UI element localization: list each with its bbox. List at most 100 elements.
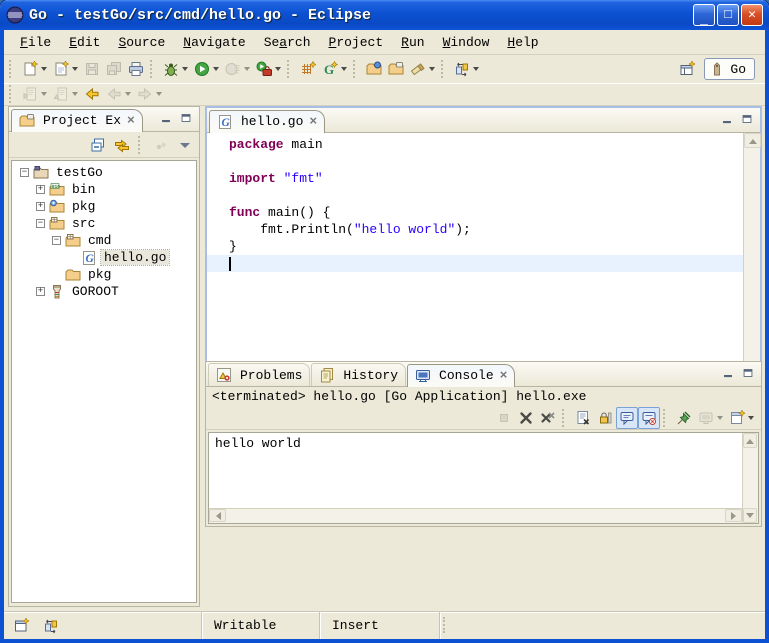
- dropdown-arrow-icon[interactable]: [213, 67, 219, 71]
- dropdown-arrow-icon[interactable]: [72, 67, 78, 71]
- tree-item-GOROOT[interactable]: +GOROOT: [12, 283, 196, 300]
- tree-item-cmd[interactable]: −cmd: [12, 232, 196, 249]
- debug-button[interactable]: [160, 58, 191, 80]
- menu-help[interactable]: Help: [499, 33, 546, 52]
- collapse-toggle-icon[interactable]: −: [36, 219, 45, 228]
- code-segment: import: [229, 171, 276, 186]
- tab-hello-go[interactable]: G hello.go ×: [209, 110, 325, 133]
- show-stderr-button[interactable]: [638, 407, 660, 429]
- open-perspective-button[interactable]: [676, 58, 698, 80]
- open-go-type-button[interactable]: [363, 58, 385, 80]
- new-go-file-button[interactable]: [50, 58, 81, 80]
- menu-project[interactable]: Project: [321, 33, 392, 52]
- open-resource-button[interactable]: [385, 58, 407, 80]
- src-folder-icon: [49, 216, 65, 232]
- scroll-lock-button[interactable]: [594, 407, 616, 429]
- status-bar: Writable Insert: [4, 611, 765, 639]
- new-wizard-button[interactable]: [19, 58, 50, 80]
- console-hscrollbar[interactable]: [209, 508, 742, 523]
- dropdown-arrow-icon[interactable]: [717, 416, 723, 420]
- new-go-element-button[interactable]: G: [319, 58, 350, 80]
- scroll-down-button[interactable]: [743, 508, 757, 523]
- expand-toggle-icon[interactable]: +: [36, 185, 45, 194]
- collapse-toggle-icon[interactable]: −: [52, 236, 61, 245]
- dropdown-arrow-icon[interactable]: [244, 67, 250, 71]
- search-button[interactable]: [407, 58, 438, 80]
- view-menu-button[interactable]: [174, 134, 196, 156]
- remove-all-terminated-button[interactable]: [537, 407, 559, 429]
- menu-search[interactable]: Search: [256, 33, 319, 52]
- dropdown-arrow-icon[interactable]: [72, 92, 78, 96]
- status-bar-grip: [439, 612, 447, 639]
- synchronize-button[interactable]: [451, 58, 482, 80]
- run-external-button[interactable]: [253, 58, 284, 80]
- minimize-view-button[interactable]: [718, 111, 736, 127]
- toolbar-grip[interactable]: [9, 60, 16, 78]
- dropdown-arrow-icon[interactable]: [156, 92, 162, 96]
- tree-item-src[interactable]: −src: [12, 215, 196, 232]
- menu-edit[interactable]: Edit: [61, 33, 108, 52]
- collapse-all-button[interactable]: [87, 134, 109, 156]
- expand-toggle-icon[interactable]: +: [36, 287, 45, 296]
- minimize-view-button[interactable]: [719, 365, 737, 381]
- run-button[interactable]: [191, 58, 222, 80]
- new-plugin-button[interactable]: [297, 58, 319, 80]
- show-stdout-button[interactable]: [616, 407, 638, 429]
- toolbar-grip[interactable]: [9, 85, 16, 103]
- tree-item-bin[interactable]: +010bin: [12, 181, 196, 198]
- minimize-view-button[interactable]: [157, 110, 175, 126]
- link-with-editor-button[interactable]: [111, 134, 133, 156]
- print-button[interactable]: [125, 58, 147, 80]
- dropdown-arrow-icon[interactable]: [748, 416, 754, 420]
- scroll-up-button[interactable]: [743, 433, 757, 448]
- menu-run[interactable]: Run: [393, 33, 432, 52]
- scroll-up-button[interactable]: [744, 133, 761, 148]
- menu-window[interactable]: Window: [435, 33, 498, 52]
- maximize-view-button[interactable]: [739, 365, 757, 381]
- maximize-view-button[interactable]: [738, 111, 756, 127]
- console-vscrollbar[interactable]: [742, 433, 758, 523]
- close-view-icon[interactable]: ×: [127, 113, 135, 128]
- dropdown-arrow-icon[interactable]: [182, 67, 188, 71]
- dropdown-arrow-icon[interactable]: [473, 67, 479, 71]
- dropdown-arrow-icon[interactable]: [341, 67, 347, 71]
- dropdown-arrow-icon[interactable]: [275, 67, 281, 71]
- dropdown-arrow-icon[interactable]: [41, 92, 47, 96]
- collapse-toggle-icon[interactable]: −: [20, 168, 29, 177]
- dropdown-arrow-icon[interactable]: [41, 67, 47, 71]
- maximize-view-button[interactable]: [177, 110, 195, 126]
- project-tree[interactable]: −testGo+010bin+pkg−src−cmdGhello.gopkg+G…: [11, 160, 197, 603]
- go-perspective-button[interactable]: Go: [704, 58, 755, 80]
- pin-console-button[interactable]: [673, 407, 695, 429]
- dropdown-arrow-icon[interactable]: [125, 92, 131, 96]
- synchronize-button[interactable]: [40, 615, 62, 637]
- menu-file[interactable]: File: [12, 33, 59, 52]
- close-editor-icon[interactable]: ×: [309, 114, 317, 129]
- maximize-button[interactable]: □: [717, 4, 739, 26]
- scroll-right-button[interactable]: [725, 509, 742, 522]
- tab-history[interactable]: History: [311, 363, 406, 386]
- close-button[interactable]: ✕: [741, 4, 763, 26]
- profile-icon: [225, 61, 241, 77]
- tab-problems[interactable]: Problems: [208, 363, 310, 386]
- tab-project-explorer[interactable]: Project Ex ×: [11, 109, 143, 132]
- close-view-icon[interactable]: ×: [500, 368, 508, 383]
- save-button: [81, 58, 103, 80]
- expand-toggle-icon[interactable]: +: [36, 202, 45, 211]
- remove-launch-button[interactable]: [515, 407, 537, 429]
- tab-console[interactable]: Console×: [407, 364, 515, 387]
- dropdown-arrow-icon[interactable]: [429, 67, 435, 71]
- minimize-button[interactable]: _: [693, 4, 715, 26]
- tree-item-pkg[interactable]: pkg: [12, 266, 196, 283]
- eclipse-logo-icon: [6, 6, 24, 24]
- scroll-left-button[interactable]: [209, 509, 226, 522]
- last-edit-location-button[interactable]: [81, 83, 103, 105]
- menu-navigate[interactable]: Navigate: [175, 33, 253, 52]
- clear-console-button[interactable]: [572, 407, 594, 429]
- open-console-button[interactable]: [726, 407, 757, 429]
- menu-source[interactable]: Source: [110, 33, 173, 52]
- tree-item-hello-go[interactable]: Ghello.go: [12, 249, 196, 266]
- tree-item-testGo[interactable]: −testGo: [12, 164, 196, 181]
- tree-item-pkg[interactable]: +pkg: [12, 198, 196, 215]
- fast-view-button[interactable]: [10, 615, 32, 637]
